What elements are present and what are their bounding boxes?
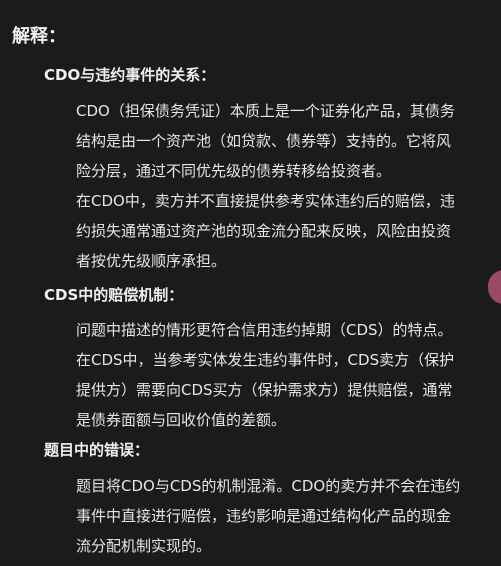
paragraph-cdo-structure: CDO（担保债务凭证）本质上是一个证券化产品，其债务 结构是由一个资产池（如贷款… [76, 96, 486, 186]
paragraph-line: 在CDO中，卖方并不直接提供参考实体违约后的赔偿，违 [76, 192, 455, 210]
paragraph-line: 在CDS中，当参考实体发生违约事件时，CDS卖方（保护 [76, 351, 455, 369]
paragraph-question-error: 题目将CDO与CDS的机制混淆。CDO的卖方并不会在违约 事件中直接进行赔偿，违… [76, 471, 486, 561]
paragraph-cds-mechanism: 问题中描述的情形更符合信用违约掉期（CDS）的特点。 在CDS中，当参考实体发生… [76, 315, 486, 435]
paragraph-line: 事件中直接进行赔偿，违约影响是通过结构化产品的现金 [76, 507, 452, 525]
paragraph-line: 是债券面额与回收价值的差额。 [76, 411, 287, 429]
paragraph-line: 提供方）需要向CDS买方（保护需求方）提供赔偿，通常 [76, 381, 453, 399]
paragraph-line: 约损失通常通过资产池的现金流分配来反映，风险由投资 [76, 222, 452, 240]
side-panel-handle[interactable] [488, 270, 501, 304]
paragraph-line: 问题中描述的情形更符合信用违约掉期（CDS）的特点。 [76, 321, 453, 339]
paragraph-line: 题目将CDO与CDS的机制混淆。CDO的卖方并不会在违约 [76, 477, 461, 495]
paragraph-line: CDO（担保债务凭证）本质上是一个证券化产品，其债务 [76, 102, 455, 120]
paragraph-line: 险分层，通过不同优先级的债券转移给投资者。 [76, 162, 392, 180]
paragraph-line: 流分配机制实现的。 [76, 537, 212, 555]
paragraph-cdo-seller: 在CDO中，卖方并不直接提供参考实体违约后的赔偿，违 约损失通常通过资产池的现金… [76, 186, 486, 276]
explanation-page: 解释： CDO与违约事件的关系： CDO（担保债务凭证）本质上是一个证券化产品，… [0, 0, 501, 566]
paragraph-line: 结构是由一个资产池（如贷款、债券等）支持的。它将风 [76, 132, 452, 150]
explanation-heading: 解释： [12, 26, 66, 47]
section-title-question-error: 题目中的错误： [44, 441, 150, 459]
section-title-cdo-default: CDO与违约事件的关系： [44, 66, 216, 84]
paragraph-line: 者按优先级顺序承担。 [76, 252, 227, 270]
section-title-cds-compensation: CDS中的赔偿机制： [44, 286, 184, 304]
